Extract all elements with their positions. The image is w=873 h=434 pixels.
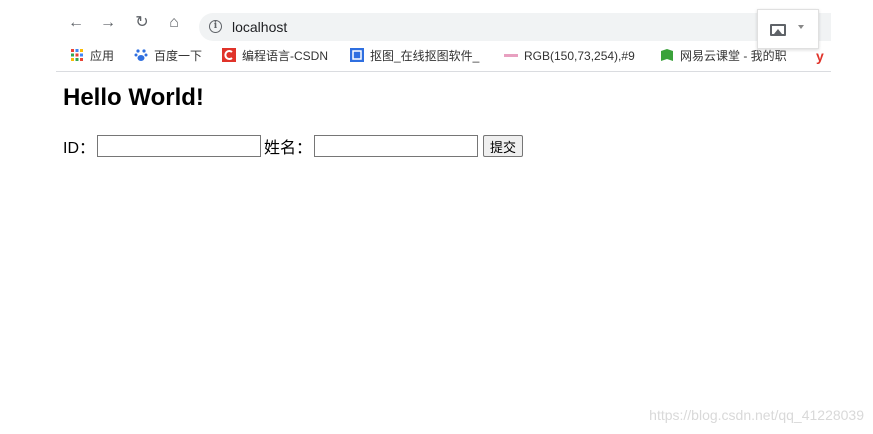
bookmark-label: 编程语言-CSDN	[242, 49, 328, 63]
back-arrow-icon[interactable]: ←	[66, 14, 86, 32]
apps-grid-icon	[71, 49, 83, 61]
url-text[interactable]: localhost	[232, 19, 287, 35]
bookmark-koutu[interactable]: 抠图_在线抠图软件_	[350, 48, 479, 64]
koutu-icon	[350, 48, 364, 62]
browser-chrome: ← → ↻ ⌂ i localhost 应用 百度一下 编程语言-CSDN 抠图…	[56, 0, 831, 72]
netease-book-icon	[661, 49, 673, 61]
bookmark-baidu[interactable]: 百度一下	[134, 48, 202, 64]
bookmark-apps[interactable]: 应用	[70, 48, 114, 64]
more-bookmarks-icon[interactable]: y	[816, 48, 824, 64]
submit-button[interactable]: 提交	[483, 135, 524, 157]
bookmark-label: 网易云课堂 - 我的职	[680, 49, 787, 63]
reload-icon[interactable]: ↻	[132, 14, 152, 32]
id-label: ID：	[63, 140, 96, 157]
baidu-paw-icon	[134, 49, 148, 61]
bookmark-netease[interactable]: 网易云课堂 - 我的职	[660, 48, 787, 64]
name-label: 姓名：	[264, 140, 313, 157]
id-input[interactable]	[97, 135, 262, 157]
chevron-down-icon[interactable]	[798, 25, 804, 29]
forward-arrow-icon[interactable]: →	[98, 14, 118, 32]
toolbar: ← → ↻ ⌂ i localhost	[56, 6, 831, 41]
bookmark-rgb[interactable]: RGB(150,73,254),#9	[504, 48, 635, 64]
image-icon[interactable]	[770, 24, 786, 36]
info-icon[interactable]: i	[209, 20, 222, 33]
bookmark-label: 抠图_在线抠图软件_	[370, 49, 480, 63]
rgb-site-icon	[504, 54, 518, 57]
bookmark-label: RGB(150,73,254),#9	[524, 49, 635, 63]
bookmark-label: 应用	[90, 49, 115, 63]
bookmark-label: 百度一下	[154, 49, 203, 63]
csdn-c-icon	[222, 48, 236, 62]
home-icon[interactable]: ⌂	[164, 14, 184, 32]
watermark: https://blog.csdn.net/qq_41228039	[649, 407, 864, 423]
user-form: ID： 姓名： 提交	[63, 134, 524, 158]
toolbar-divider	[56, 71, 831, 72]
name-input[interactable]	[314, 135, 479, 157]
page-title: Hello World!	[63, 84, 204, 111]
bookmarks-bar: 应用 百度一下 编程语言-CSDN 抠图_在线抠图软件_ RGB(150,73,…	[56, 42, 831, 68]
address-bar[interactable]: i localhost	[199, 13, 831, 41]
bookmark-csdn[interactable]: 编程语言-CSDN	[222, 48, 328, 64]
